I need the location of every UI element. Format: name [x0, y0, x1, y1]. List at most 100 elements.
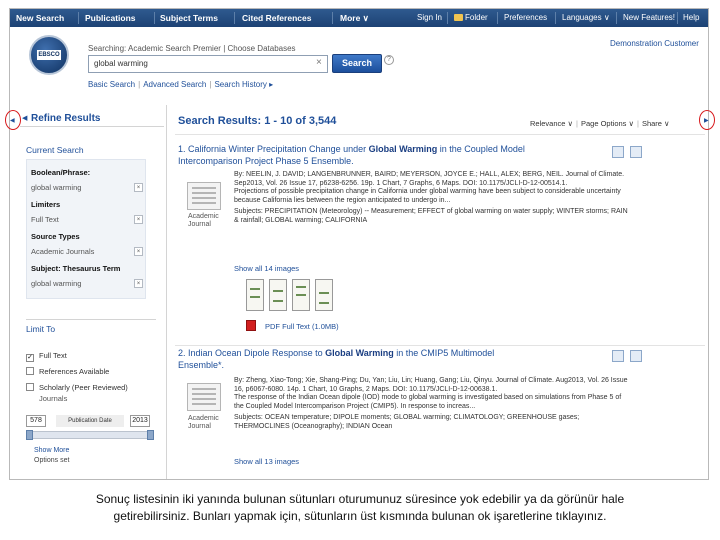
remove-source-type-icon[interactable]: ×	[134, 247, 143, 256]
column-divider	[166, 105, 167, 479]
date-to-input[interactable]: 2013	[130, 415, 150, 427]
record-1-meta: By: NEELIN, J. DAVID; LANGENBRUNNER, BAI…	[234, 171, 625, 205]
full-text-label: Full Text	[39, 351, 67, 360]
pdf-full-text-link[interactable]: PDF Full Text (1.0MB)	[265, 322, 339, 331]
logo-text: EBSCO	[37, 50, 61, 60]
references-option[interactable]: References Available	[26, 367, 109, 376]
results-tools: Relevance ∨ | Page Options ∨ | Share ∨	[530, 119, 670, 128]
source-types-value: Academic Journals	[31, 247, 95, 256]
image-thumbnail[interactable]	[292, 279, 310, 311]
nav-sign-in[interactable]: Sign In	[417, 9, 442, 27]
subject-head: Subject: Thesaurus Term	[31, 264, 121, 273]
choose-databases-link[interactable]: Choose Databases	[228, 44, 296, 53]
collapse-left-arrow-icon[interactable]: ◀	[22, 114, 27, 122]
caption-line-1: Sonuç listesinin iki yanında bulunan süt…	[95, 492, 625, 506]
searching-label: Searching: Academic Search Premier	[88, 44, 221, 53]
preview-icon[interactable]	[630, 146, 642, 158]
add-to-folder-icon[interactable]	[612, 350, 624, 362]
preview-icon[interactable]	[630, 350, 642, 362]
nav-more[interactable]: More ∨	[340, 9, 369, 27]
collapse-left-arrow-icon[interactable]: ◀	[10, 117, 15, 124]
record-1-title[interactable]: 1. California Winter Precipitation Chang…	[178, 144, 618, 167]
scholarly-option[interactable]: Scholarly (Peer Reviewed)	[26, 383, 128, 392]
nav-folder[interactable]: Folder	[454, 9, 488, 27]
image-thumbnail[interactable]	[246, 279, 264, 311]
page-options-dropdown[interactable]: Page Options ∨	[581, 119, 634, 128]
folder-icon	[454, 14, 463, 21]
publication-date-label: Publication Date	[56, 415, 124, 427]
show-more-link[interactable]: Show More	[34, 447, 69, 454]
nav-new-search[interactable]: New Search	[16, 9, 64, 27]
academic-journal-icon	[187, 182, 221, 210]
record-1-doc-type: Academic Journal	[188, 213, 219, 228]
source-types-head: Source Types	[31, 232, 80, 241]
results-divider	[175, 134, 705, 135]
basic-search-link[interactable]: Basic Search	[88, 80, 135, 89]
record-2-images-link[interactable]: Show all 13 images	[234, 457, 299, 466]
record-divider	[175, 345, 705, 346]
search-caption: Searching: Academic Search Premier | Cho…	[88, 44, 296, 53]
boolean-value: global warming	[31, 183, 82, 192]
image-thumbnail[interactable]	[269, 279, 287, 311]
nav-separator	[234, 12, 235, 24]
collapse-right-arrow-icon[interactable]: ▶	[704, 117, 709, 124]
boolean-head: Boolean/Phrase:	[31, 168, 91, 177]
academic-journal-icon	[187, 383, 221, 411]
current-search-title[interactable]: Current Search	[26, 145, 84, 155]
nav-cited-references[interactable]: Cited References	[242, 9, 311, 27]
advanced-search-link[interactable]: Advanced Search	[143, 80, 206, 89]
help-icon[interactable]: ?	[384, 55, 394, 65]
nav-separator	[154, 12, 155, 24]
record-1-subjects: Subjects: PRECIPITATION (Meteorology) --…	[234, 208, 628, 224]
nav-separator	[332, 12, 333, 24]
browser-frame: New Search Publications Subject Terms Ci…	[9, 8, 709, 480]
share-dropdown[interactable]: Share ∨	[642, 119, 670, 128]
nav-publications[interactable]: Publications	[85, 9, 136, 27]
scholarly-sublabel: Journals	[39, 394, 68, 403]
limiters-head: Limiters	[31, 200, 61, 209]
references-checkbox[interactable]	[26, 367, 34, 375]
nav-preferences[interactable]: Preferences	[504, 9, 547, 27]
full-text-checkbox[interactable]: ✓	[26, 354, 34, 362]
nav-separator	[677, 12, 678, 24]
pdf-icon[interactable]	[246, 320, 256, 331]
refine-panel: ◀ Refine Results Current Search Boolean/…	[20, 105, 164, 465]
limit-to-title[interactable]: Limit To	[26, 324, 55, 334]
nav-new-features[interactable]: New Features!	[623, 9, 675, 27]
refine-title: Refine Results	[31, 113, 101, 124]
nav-separator	[78, 12, 79, 24]
options-set-label: Options set	[34, 457, 70, 464]
scholarly-checkbox[interactable]	[26, 383, 34, 391]
nav-separator	[447, 12, 448, 24]
remove-subject-icon[interactable]: ×	[134, 279, 143, 288]
slider-handle-right[interactable]	[147, 430, 154, 440]
relevance-dropdown[interactable]: Relevance ∨	[530, 119, 573, 128]
date-slider[interactable]	[26, 430, 154, 440]
publication-date-range: 578 Publication Date 2013	[26, 415, 154, 429]
search-button[interactable]: Search	[332, 54, 382, 73]
record-2-title[interactable]: 2. Indian Ocean Dipole Response to Globa…	[178, 348, 618, 371]
add-to-folder-icon[interactable]	[612, 146, 624, 158]
search-history-link[interactable]: Search History ▸	[214, 80, 273, 89]
search-input[interactable]: global warming	[88, 55, 328, 73]
remove-boolean-icon[interactable]: ×	[134, 183, 143, 192]
nav-help[interactable]: Help	[683, 9, 699, 27]
clear-icon[interactable]: ×	[316, 57, 322, 68]
full-text-option[interactable]: ✓ Full Text	[26, 351, 67, 362]
current-search-box: Boolean/Phrase: global warming × Limiter…	[26, 159, 146, 299]
date-from-input[interactable]: 578	[26, 415, 46, 427]
ebsco-logo[interactable]: EBSCO	[29, 35, 69, 75]
record-2-subjects: Subjects: OCEAN temperature; DIPOLE mome…	[234, 414, 580, 430]
remove-limiter-icon[interactable]: ×	[134, 215, 143, 224]
record-1-images-link[interactable]: Show all 14 images	[234, 264, 299, 273]
nav-subject-terms[interactable]: Subject Terms	[160, 9, 218, 27]
slider-handle-left[interactable]	[26, 430, 33, 440]
search-links: Basic Search | Advanced Search | Search Hist…	[88, 80, 274, 89]
nav-languages[interactable]: Languages ∨	[562, 9, 610, 27]
nav-folder-label: Folder	[465, 13, 488, 22]
references-label: References Available	[39, 367, 110, 376]
image-thumbnail[interactable]	[315, 279, 333, 311]
subject-value: global warming	[31, 279, 82, 288]
results-heading: Search Results: 1 - 10 of 3,544	[178, 115, 337, 127]
limiters-value: Full Text	[31, 215, 59, 224]
